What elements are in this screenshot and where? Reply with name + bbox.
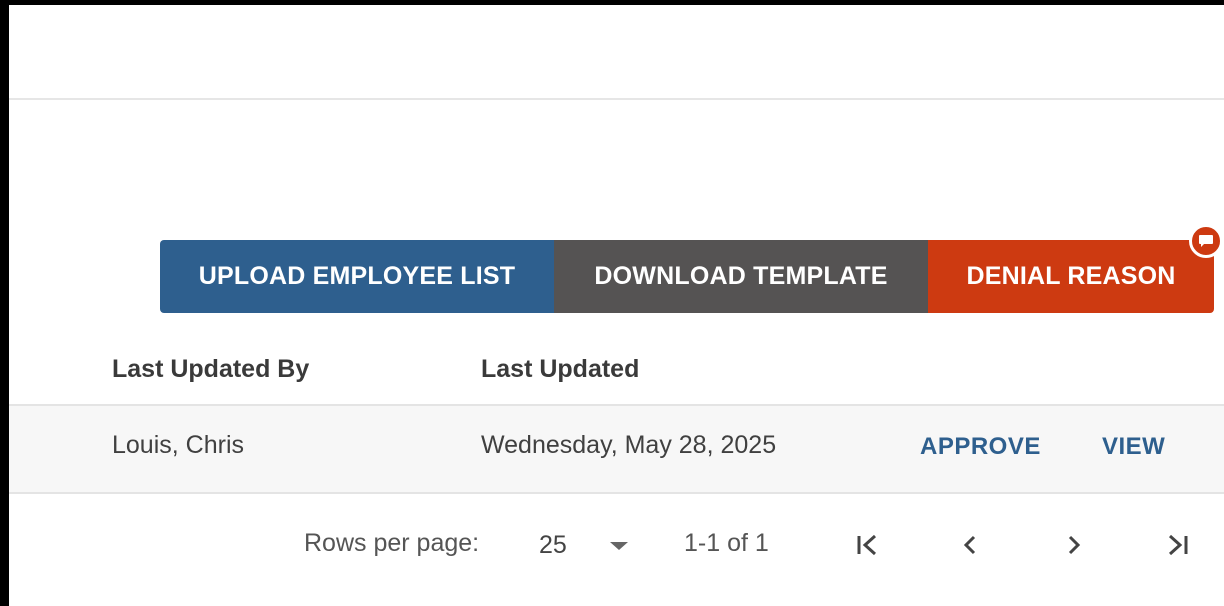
pagination-range: 1-1 of 1 [684,529,769,557]
approve-link[interactable]: APPROVE [920,433,1041,461]
table-row: Louis, Chris Wednesday, May 28, 2025 APP… [9,404,1224,494]
upload-employee-list-button[interactable]: UPLOAD EMPLOYEE LIST [160,240,554,313]
first-page-icon[interactable] [850,527,886,563]
rows-per-page-select[interactable]: 25 [529,525,639,565]
column-header-last-updated-by[interactable]: Last Updated By [112,355,309,384]
caret-down-icon [610,542,628,550]
download-template-button[interactable]: DOWNLOAD TEMPLATE [554,240,928,313]
message-icon[interactable] [1189,224,1223,258]
pagination: Rows per page: 25 1-1 of 1 [9,525,1224,565]
action-button-group: UPLOAD EMPLOYEE LIST DOWNLOAD TEMPLATE D… [160,240,1214,313]
header-divider [9,98,1224,100]
previous-page-icon[interactable] [952,527,988,563]
rows-per-page-value: 25 [539,531,567,559]
view-link[interactable]: VIEW [1102,433,1165,461]
last-page-icon[interactable] [1159,527,1195,563]
cell-last-updated-by: Louis, Chris [112,431,244,459]
column-header-last-updated[interactable]: Last Updated [481,355,639,384]
denial-reason-button[interactable]: DENIAL REASON [928,240,1214,313]
rows-per-page-label: Rows per page: [304,529,480,557]
cell-last-updated: Wednesday, May 28, 2025 [481,431,777,459]
next-page-icon[interactable] [1056,527,1092,563]
page: UPLOAD EMPLOYEE LIST DOWNLOAD TEMPLATE D… [9,5,1224,606]
